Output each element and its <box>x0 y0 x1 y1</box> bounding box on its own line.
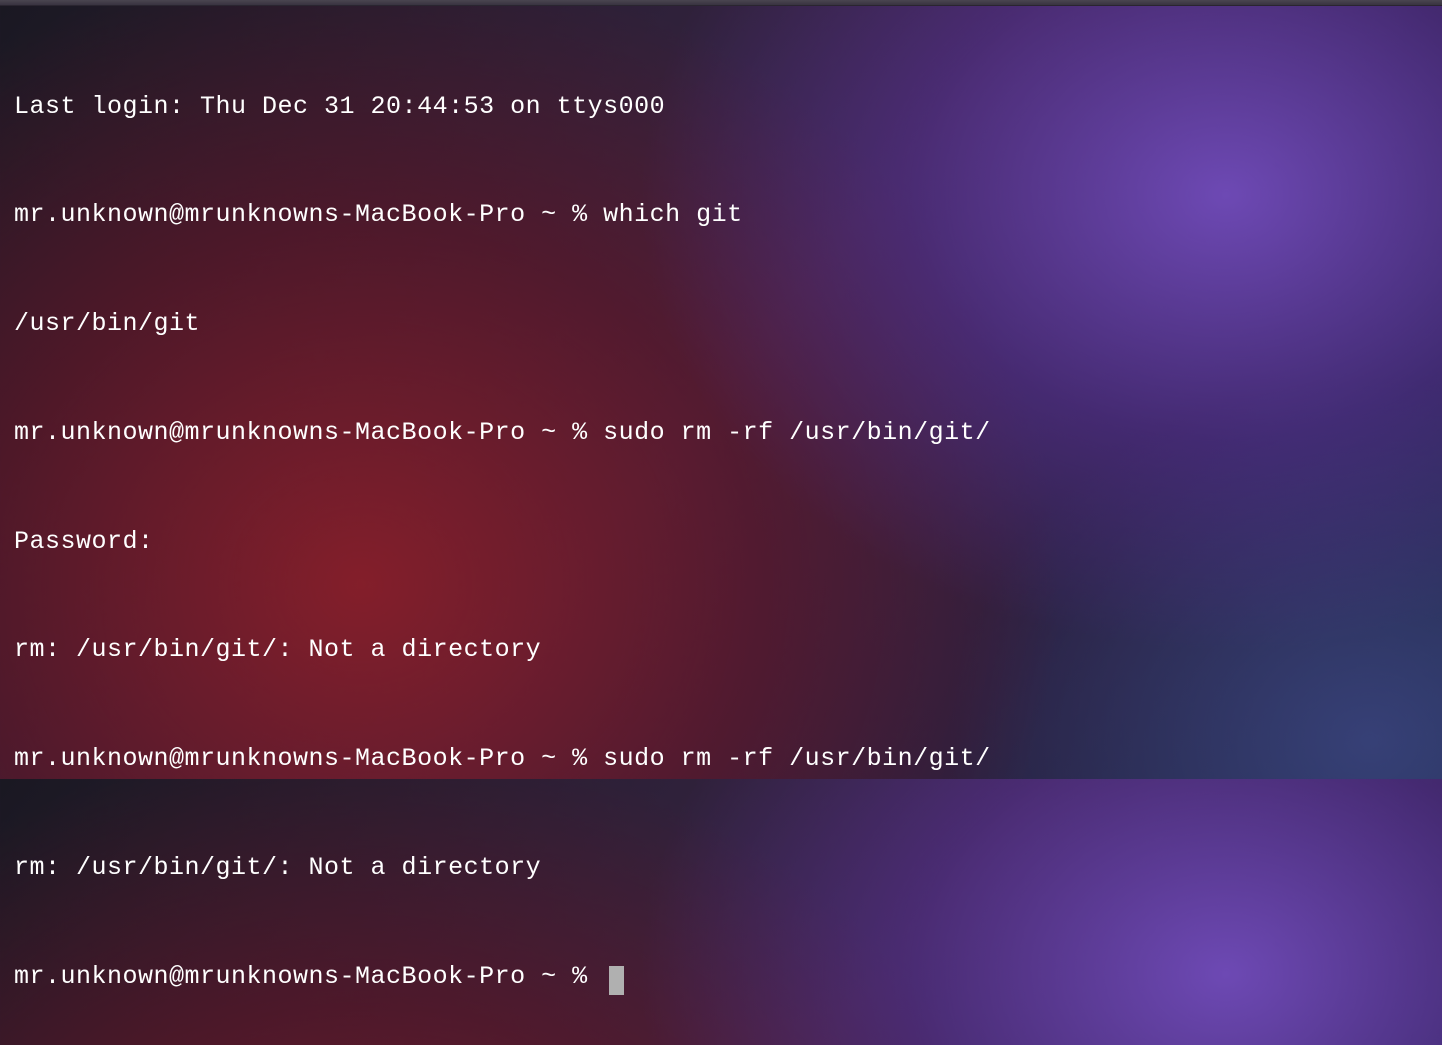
shell-command: which git <box>603 200 743 229</box>
terminal-line-prompt: mr.unknown@mrunknowns-MacBook-Pro ~ % <box>14 959 1428 995</box>
terminal-line-output: Last login: Thu Dec 31 20:44:53 on ttys0… <box>14 89 1428 125</box>
terminal-line-prompt: mr.unknown@mrunknowns-MacBook-Pro ~ % su… <box>14 741 1428 777</box>
shell-command: sudo rm -rf /usr/bin/git/ <box>603 418 991 447</box>
shell-command: sudo rm -rf /usr/bin/git/ <box>603 744 991 773</box>
shell-prompt: mr.unknown@mrunknowns-MacBook-Pro ~ % <box>14 744 603 773</box>
shell-prompt: mr.unknown@mrunknowns-MacBook-Pro ~ % <box>14 200 603 229</box>
shell-prompt: mr.unknown@mrunknowns-MacBook-Pro ~ % <box>14 418 603 447</box>
terminal-line-prompt: mr.unknown@mrunknowns-MacBook-Pro ~ % su… <box>14 415 1428 451</box>
terminal-line-output: rm: /usr/bin/git/: Not a directory <box>14 632 1428 668</box>
terminal-line-prompt: mr.unknown@mrunknowns-MacBook-Pro ~ % wh… <box>14 197 1428 233</box>
terminal-viewport[interactable]: Last login: Thu Dec 31 20:44:53 on ttys0… <box>0 6 1442 1045</box>
shell-prompt: mr.unknown@mrunknowns-MacBook-Pro ~ % <box>14 962 603 991</box>
terminal-line-output: /usr/bin/git <box>14 306 1428 342</box>
terminal-line-output: rm: /usr/bin/git/: Not a directory <box>14 850 1428 886</box>
cursor-block <box>609 966 624 995</box>
terminal-line-output: Password: <box>14 524 1428 560</box>
